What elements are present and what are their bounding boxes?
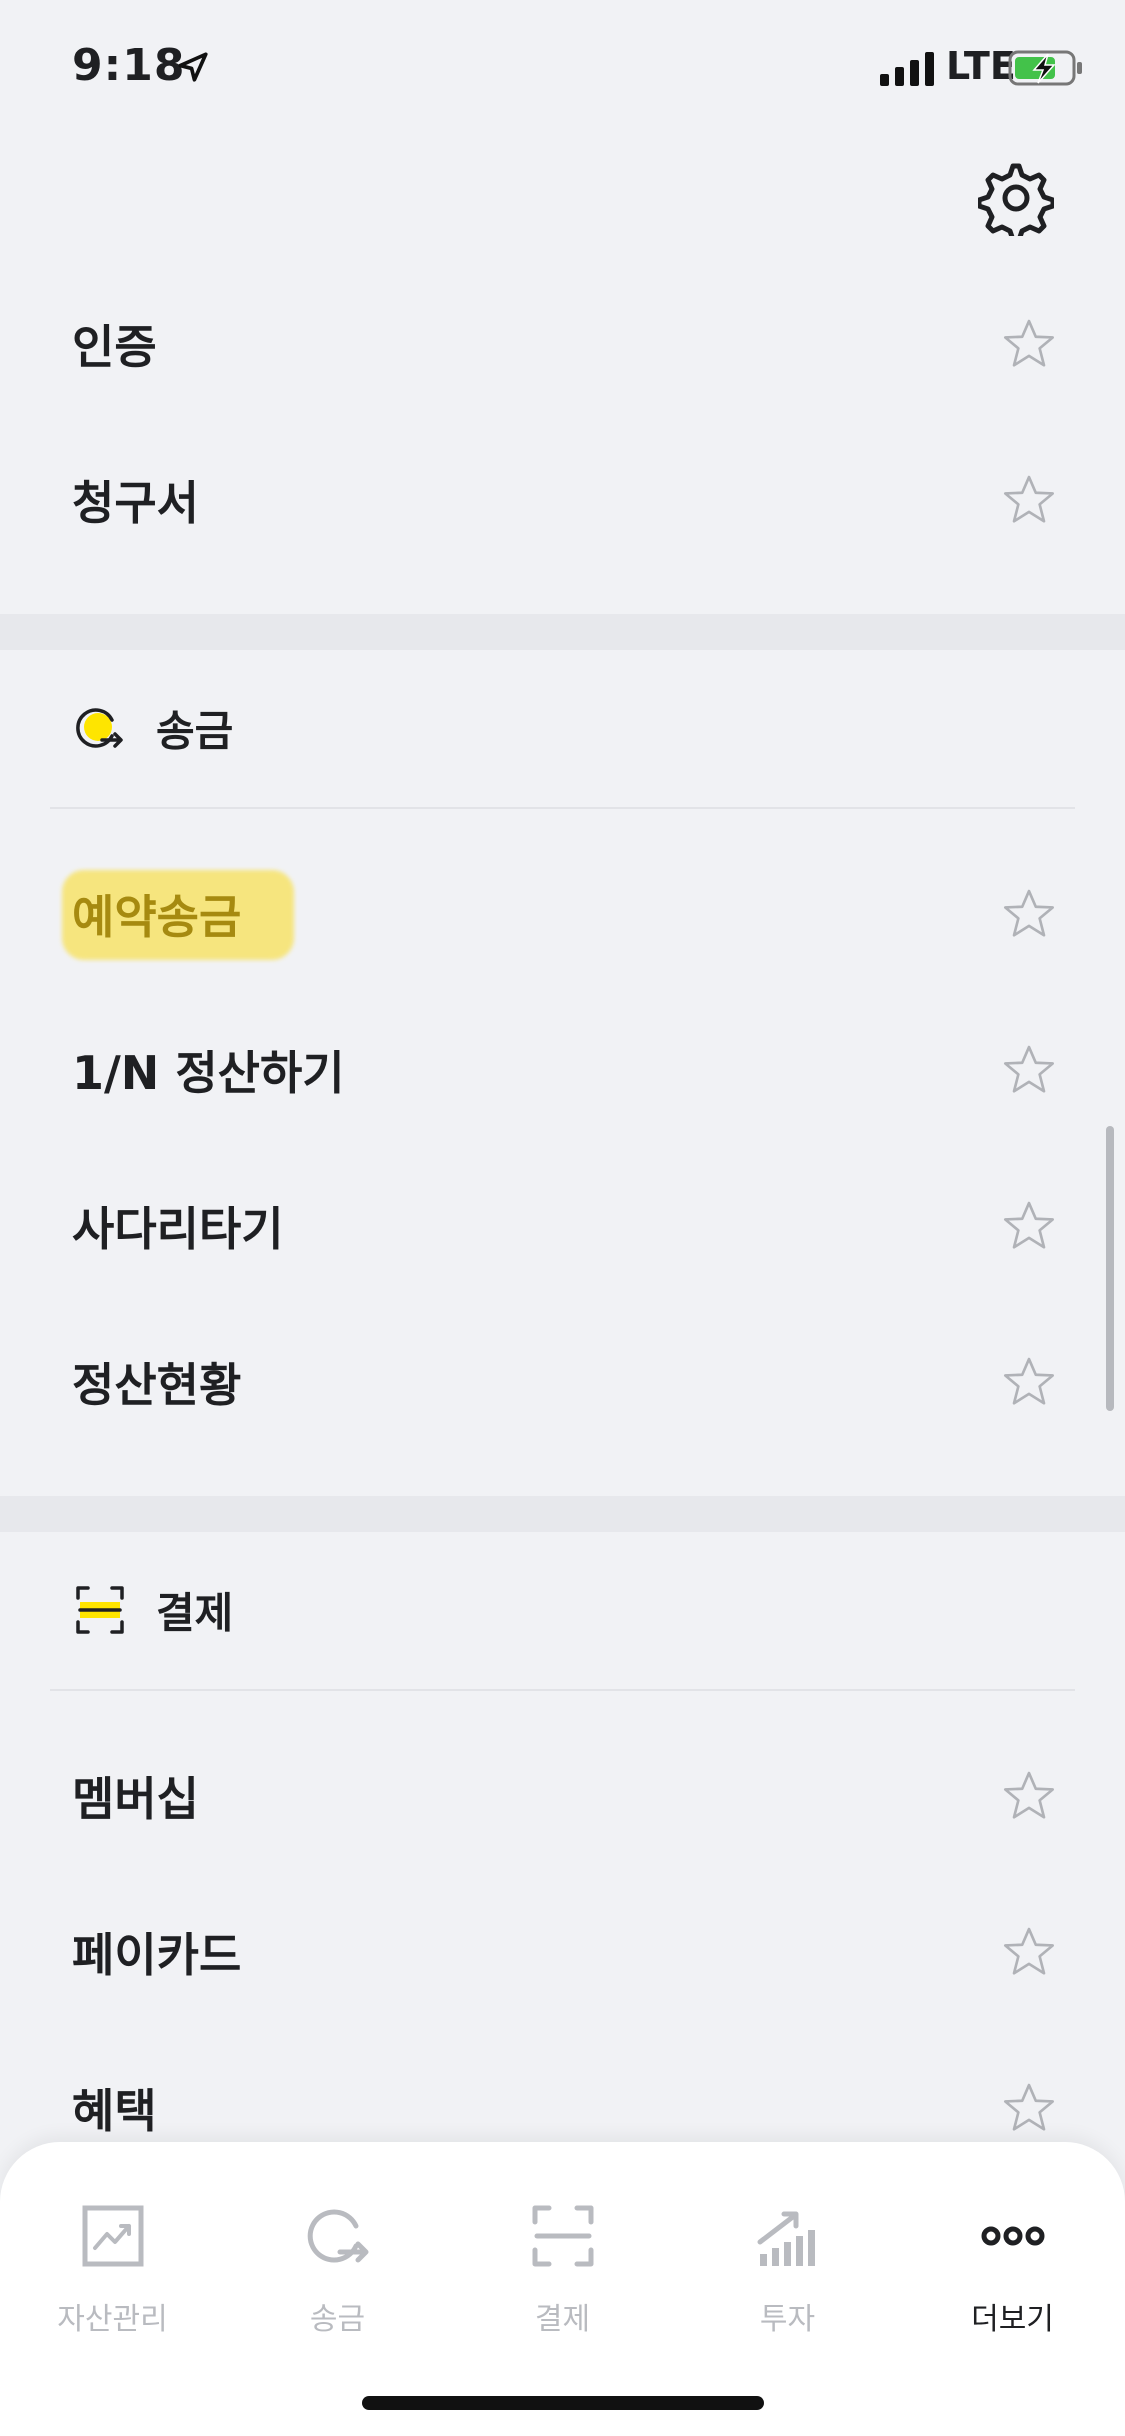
menu-item-label: 예약송금 (72, 890, 242, 944)
bottom-tab-bar: 자산관리 송금 결제 투자 더보기 (0, 2142, 1125, 2436)
menu-item-split-bill[interactable]: 1/N 정산하기 (0, 992, 1125, 1148)
menu-item-membership[interactable]: 멤버십 (0, 1718, 1125, 1874)
tab-assets[interactable]: 자산관리 (0, 2202, 225, 2352)
payment-section-header: 결제 (0, 1535, 1125, 1685)
favorite-star-icon[interactable] (1000, 885, 1058, 943)
favorite-star-icon[interactable] (1000, 1353, 1058, 1411)
scan-pay-icon (76, 1586, 124, 1634)
menu-item-label: 1/N 정산하기 (72, 1046, 345, 1100)
menu-item-scheduled-transfer[interactable]: 예약송금 (0, 836, 1125, 992)
cellular-signal-icon (880, 52, 934, 86)
tab-more[interactable]: 더보기 (900, 2202, 1125, 2352)
more-dots-icon (981, 2226, 1044, 2246)
network-type: LTE (946, 44, 1016, 88)
menu-item-bills[interactable]: 청구서 (0, 422, 1125, 578)
favorite-star-icon[interactable] (1000, 1767, 1058, 1825)
tab-label: 결제 (534, 2302, 591, 2337)
scan-pay-icon (532, 2205, 593, 2267)
menu-item-label: 사다리타기 (72, 1202, 284, 1256)
header-divider (50, 1689, 1075, 1691)
menu-item-label: 멤버십 (72, 1772, 199, 1826)
asset-chart-icon (82, 2205, 143, 2267)
home-indicator[interactable] (362, 2396, 764, 2410)
header-divider (50, 807, 1075, 809)
battery-charging-icon (1008, 50, 1082, 86)
menu-item-label: 청구서 (72, 476, 199, 530)
tab-payment[interactable]: 결제 (450, 2202, 675, 2352)
status-bar: 9:18 LTE (0, 0, 1125, 140)
menu-item-label: 정산현황 (72, 1358, 242, 1412)
favorite-star-icon[interactable] (1000, 1041, 1058, 1099)
menu-item-ladder-game[interactable]: 사다리타기 (0, 1148, 1125, 1304)
transfer-section-header: 송금 (0, 653, 1125, 803)
tab-label: 송금 (309, 2302, 366, 2337)
menu-item-settlement-status[interactable]: 정산현황 (0, 1304, 1125, 1460)
more-menu-screen: 9:18 LTE 인증 청구서 송금 예약송금 1/N 정산하기 사다리타기 정… (0, 0, 1125, 2436)
menu-item-auth[interactable]: 인증 (0, 266, 1125, 422)
favorite-star-icon[interactable] (1000, 2079, 1058, 2137)
tab-label: 더보기 (971, 2302, 1054, 2337)
invest-bars-icon (757, 2211, 815, 2266)
tab-label: 자산관리 (57, 2302, 168, 2337)
tab-transfer[interactable]: 송금 (225, 2202, 450, 2352)
transfer-icon (307, 2209, 368, 2263)
status-time: 9:18 (72, 40, 186, 91)
location-arrow-icon (178, 52, 208, 82)
favorite-star-icon[interactable] (1000, 471, 1058, 529)
favorite-star-icon[interactable] (1000, 315, 1058, 373)
favorite-star-icon[interactable] (1000, 1923, 1058, 1981)
settings-gear-icon[interactable] (978, 160, 1054, 236)
menu-item-label: 페이카드 (72, 1928, 242, 1982)
section-title: 결제 (156, 1588, 234, 1638)
transfer-icon (76, 708, 123, 748)
menu-item-label: 인증 (72, 320, 157, 374)
section-divider (0, 1496, 1125, 1532)
section-title: 송금 (156, 706, 234, 756)
tab-invest[interactable]: 투자 (675, 2202, 900, 2352)
favorite-star-icon[interactable] (1000, 1197, 1058, 1255)
menu-item-label: 혜택 (72, 2084, 157, 2138)
scrollbar-thumb[interactable] (1106, 1126, 1114, 1411)
tab-label: 투자 (759, 2302, 816, 2337)
section-divider (0, 614, 1125, 650)
menu-item-pay-card[interactable]: 페이카드 (0, 1874, 1125, 2030)
